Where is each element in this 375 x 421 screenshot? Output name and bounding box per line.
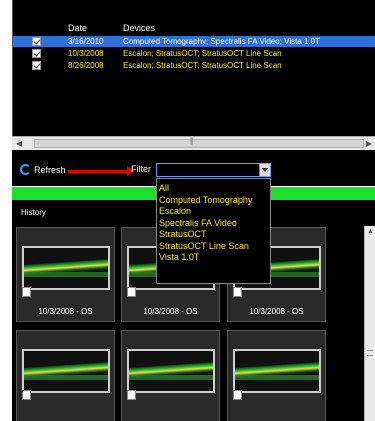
document-icon[interactable] <box>127 287 136 297</box>
row-checkbox[interactable] <box>32 61 41 70</box>
row-checkbox[interactable] <box>32 49 41 58</box>
refresh-label: Refresh <box>34 164 66 175</box>
filter-label: Filter <box>131 164 151 174</box>
filter-option-spectralis-fa-video[interactable]: Spectralis FA Video <box>157 218 270 230</box>
scroll-up-icon[interactable]: ▲ <box>367 228 374 235</box>
document-icon[interactable] <box>22 287 31 297</box>
row-devices: Escalon; StratusOCT; StratusOCT Line Sca… <box>123 49 282 58</box>
oct-scan-image <box>233 349 321 393</box>
filter-options-list: All Computed Tomography Escalon Spectral… <box>156 178 271 284</box>
document-icon[interactable] <box>22 390 31 400</box>
chevron-down-icon[interactable] <box>259 164 270 176</box>
row-devices: Escalon; StratusOCT; StratusOCT Line Sca… <box>123 61 282 70</box>
thumbnail-caption: 10/3/2008 - OS <box>143 307 198 316</box>
row-date: 8/26/2008 <box>68 61 104 70</box>
column-header-devices[interactable]: Devices <box>123 23 155 33</box>
row-date: 3/16/2010 <box>68 37 104 46</box>
refresh-icon <box>20 164 31 175</box>
table-row[interactable]: 8/26/2008 Escalon; StratusOCT; StratusOC… <box>13 60 375 71</box>
row-devices: Computed Tomography; Spectralis FA Video… <box>123 37 320 46</box>
filter-option-escalon[interactable]: Escalon <box>157 206 270 218</box>
oct-scan-image <box>22 246 110 290</box>
exam-table: Date Devices 3/16/2010 Computed Tomograp… <box>12 0 375 150</box>
filter-option-all[interactable]: All <box>157 183 270 195</box>
column-header-date[interactable]: Date <box>68 23 87 33</box>
thumbnail-caption: 10/3/2008 - OS <box>249 307 304 316</box>
filter-option-computed-tomography[interactable]: Computed Tomography <box>157 195 270 207</box>
oct-scan-image <box>127 349 215 393</box>
filter-option-stratusoct-line-scan[interactable]: StratusOCT Line Scan <box>157 241 270 253</box>
scroll-left-icon[interactable]: ◀ <box>16 139 22 148</box>
row-date: 10/3/2008 <box>68 49 104 58</box>
filter-dropdown[interactable] <box>156 163 271 177</box>
table-header: Date Devices <box>13 22 375 36</box>
table-row[interactable]: 3/16/2010 Computed Tomography; Spectrali… <box>13 36 375 47</box>
document-icon[interactable] <box>127 390 136 400</box>
history-thumbnail[interactable] <box>121 330 220 421</box>
document-icon[interactable] <box>233 287 242 297</box>
history-thumbnail[interactable] <box>227 330 326 421</box>
filter-option-vista[interactable]: Vista 1.0T <box>157 252 270 264</box>
history-thumbnail[interactable] <box>16 330 115 421</box>
oct-scan-image <box>22 349 110 393</box>
filter-option-stratusoct[interactable]: StratusOCT <box>157 229 270 241</box>
scrollbar-thumb[interactable] <box>34 138 364 148</box>
table-row[interactable]: 10/3/2008 Escalon; StratusOCT; StratusOC… <box>13 48 375 59</box>
scroll-right-icon[interactable]: ▶ <box>366 139 372 148</box>
document-icon[interactable] <box>233 390 242 400</box>
history-label: History <box>21 208 46 217</box>
annotation-arrow <box>68 166 135 176</box>
vertical-scrollbar[interactable]: ▲ <box>364 226 375 421</box>
thumbnail-caption: 10/3/2008 - OS <box>38 307 93 316</box>
history-thumbnail[interactable]: 10/3/2008 - OS <box>16 227 115 322</box>
refresh-button[interactable]: Refresh <box>20 164 66 175</box>
row-checkbox[interactable] <box>32 37 41 46</box>
horizontal-scrollbar[interactable]: ◀ ▶ <box>12 136 375 150</box>
scrollbar-grip[interactable] <box>367 350 373 356</box>
